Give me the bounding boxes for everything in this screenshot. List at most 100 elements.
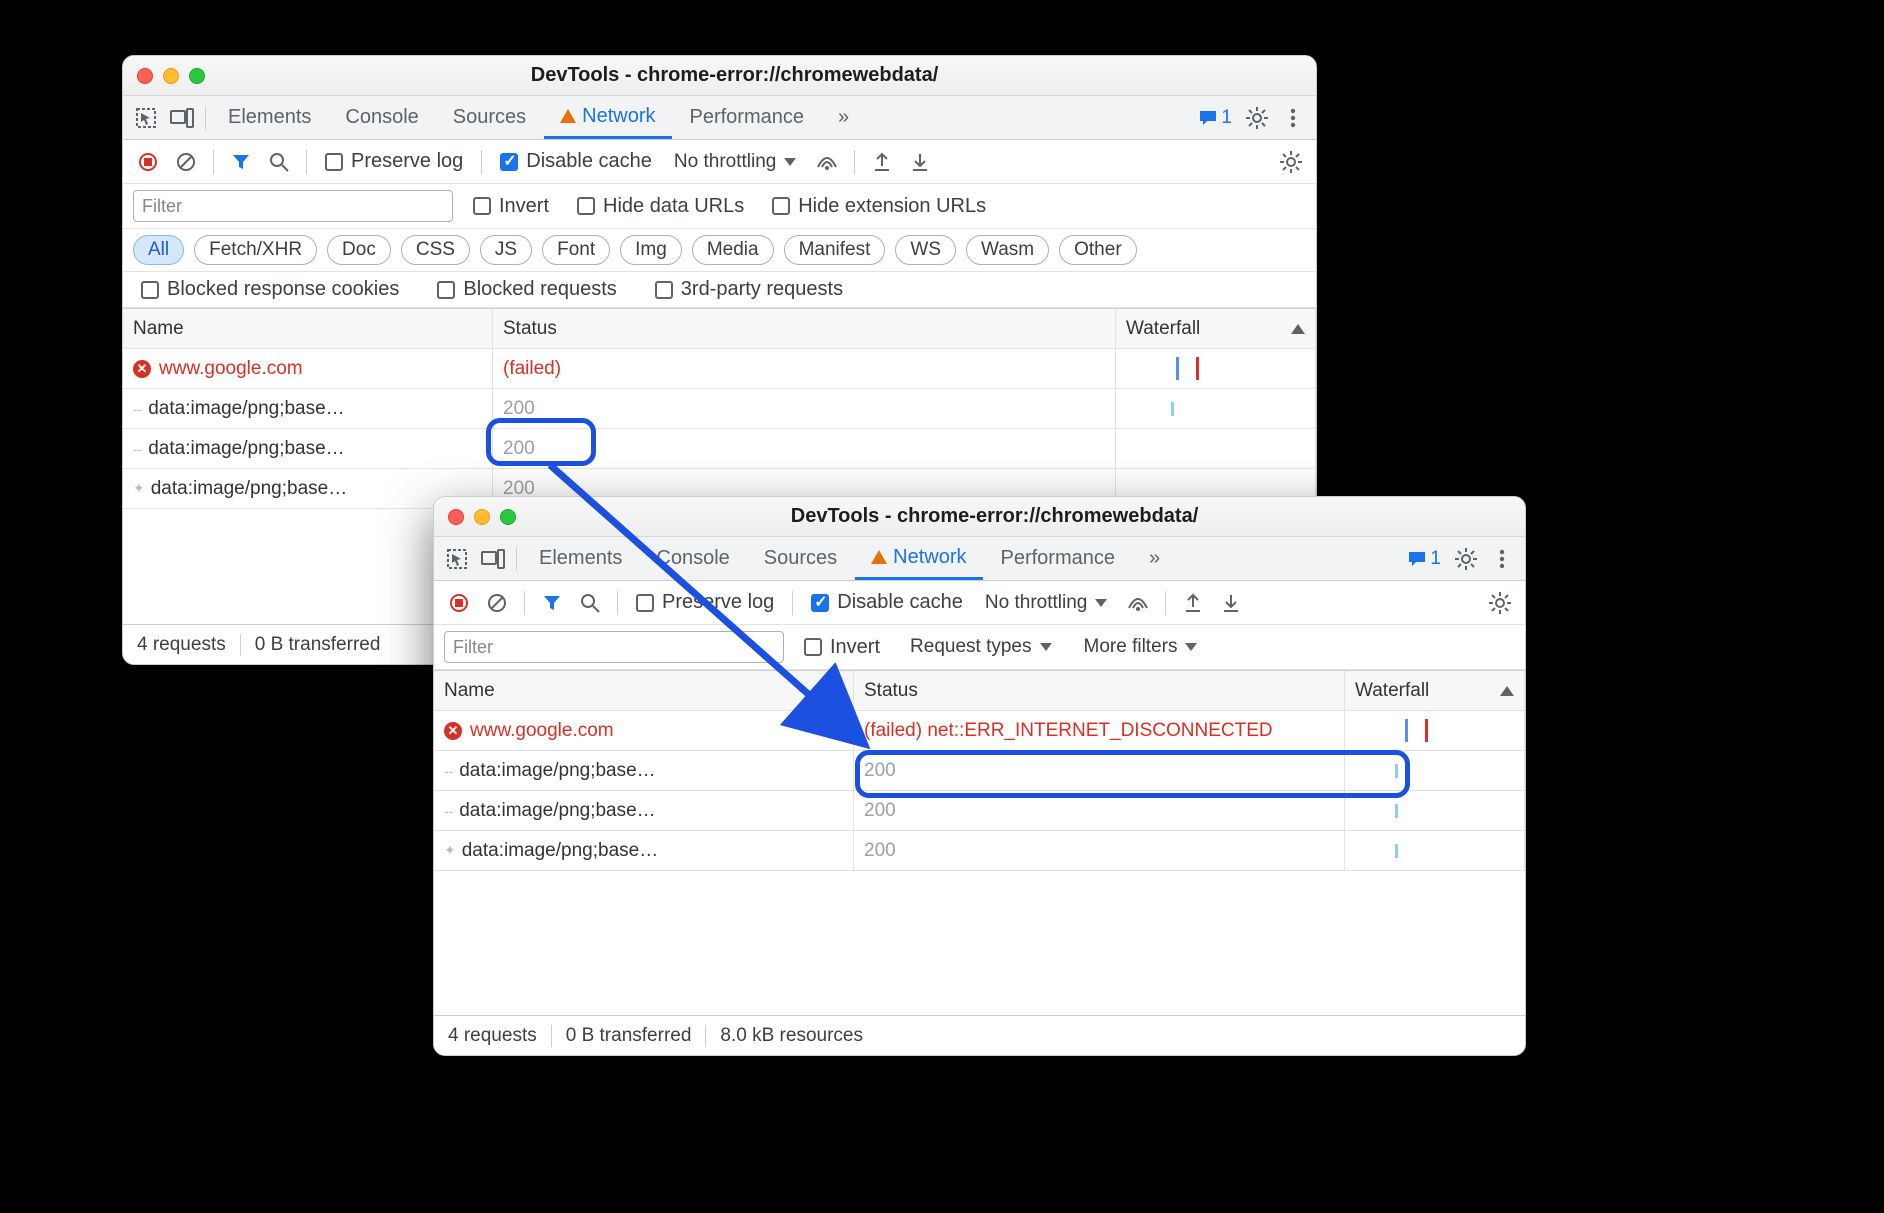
cell-waterfall[interactable] [1345,711,1525,751]
col-status[interactable]: Status [493,309,1116,349]
filter-input[interactable] [133,190,453,222]
cell-waterfall[interactable] [1116,389,1316,429]
table-row[interactable]: - - data:image/png;base… [123,429,493,469]
cell-waterfall[interactable] [1116,349,1316,389]
cell-status[interactable]: 200 [854,831,1345,871]
network-settings-icon[interactable] [1483,586,1517,620]
titlebar[interactable]: DevTools - chrome-error://chromewebdata/ [434,497,1525,537]
pill-other[interactable]: Other [1059,235,1137,265]
throttling-select[interactable]: No throttling [664,151,806,173]
table-row[interactable]: - - data:image/png;base… [434,791,854,831]
hide-extension-urls-checkbox[interactable]: Hide extension URLs [764,195,994,218]
invert-checkbox[interactable]: Invert [796,636,888,659]
blocked-requests-checkbox[interactable]: Blocked requests [429,278,624,301]
filter-icon[interactable] [224,145,258,179]
hide-data-urls-checkbox[interactable]: Hide data URLs [569,195,752,218]
tab-network[interactable]: Network [544,96,671,139]
inspect-icon[interactable] [440,542,474,576]
settings-icon[interactable] [1449,542,1483,576]
pill-font[interactable]: Font [542,235,610,265]
inspect-icon[interactable] [129,101,163,135]
col-name[interactable]: Name [434,671,854,711]
kebab-icon[interactable] [1276,101,1310,135]
cell-status[interactable]: 200 [854,791,1345,831]
tab-elements[interactable]: Elements [212,96,327,139]
pill-manifest[interactable]: Manifest [784,235,886,265]
invert-checkbox[interactable]: Invert [465,195,557,218]
pill-js[interactable]: JS [480,235,532,265]
tab-elements[interactable]: Elements [523,537,638,580]
settings-icon[interactable] [1240,101,1274,135]
tab-console[interactable]: Console [329,96,434,139]
tab-network[interactable]: Network [855,537,982,580]
device-icon[interactable] [476,542,510,576]
minimize-icon[interactable] [474,509,490,525]
search-icon[interactable] [262,145,296,179]
third-party-checkbox[interactable]: 3rd-party requests [647,278,851,301]
maximize-icon[interactable] [500,509,516,525]
cell-waterfall[interactable] [1345,831,1525,871]
record-icon[interactable] [131,145,165,179]
table-row[interactable]: ✕ www.google.com [123,349,493,389]
throttling-select[interactable]: No throttling [975,592,1117,614]
cell-waterfall[interactable] [1345,791,1525,831]
network-conditions-icon[interactable] [1121,586,1155,620]
col-waterfall[interactable]: Waterfall [1345,671,1525,711]
pill-doc[interactable]: Doc [327,235,391,265]
table-row[interactable]: ✦ data:image/png;base… [434,831,854,871]
tab-more[interactable]: » [1133,537,1176,580]
close-icon[interactable] [448,509,464,525]
filter-input[interactable] [444,631,784,663]
kebab-icon[interactable] [1485,542,1519,576]
disable-cache-checkbox[interactable]: Disable cache [492,150,660,173]
disable-cache-checkbox[interactable]: Disable cache [803,591,971,614]
pill-fetch-xhr[interactable]: Fetch/XHR [194,235,317,265]
cell-waterfall[interactable] [1116,429,1316,469]
table-row[interactable]: - - data:image/png;base… [123,389,493,429]
network-conditions-icon[interactable] [810,145,844,179]
cell-status[interactable]: 200 [493,429,1116,469]
cell-status[interactable]: 200 [854,751,1345,791]
search-icon[interactable] [573,586,607,620]
tab-performance[interactable]: Performance [985,537,1132,580]
tab-sources[interactable]: Sources [748,537,853,580]
pill-wasm[interactable]: Wasm [966,235,1049,265]
tab-console[interactable]: Console [640,537,745,580]
cell-status[interactable]: (failed) [493,349,1116,389]
col-name[interactable]: Name [123,309,493,349]
upload-har-icon[interactable] [1176,586,1210,620]
request-types-select[interactable]: Request types [900,636,1061,658]
clear-icon[interactable] [480,586,514,620]
close-icon[interactable] [137,68,153,84]
preserve-log-checkbox[interactable]: Preserve log [628,591,782,614]
tab-more[interactable]: » [822,96,865,139]
cell-status[interactable]: 200 [493,389,1116,429]
blocked-cookies-checkbox[interactable]: Blocked response cookies [133,278,407,301]
upload-har-icon[interactable] [865,145,899,179]
col-status[interactable]: Status [854,671,1345,711]
issues-badge[interactable]: 1 [1193,107,1238,129]
download-har-icon[interactable] [903,145,937,179]
device-icon[interactable] [165,101,199,135]
table-row[interactable]: - - data:image/png;base… [434,751,854,791]
pill-media[interactable]: Media [692,235,774,265]
pill-all[interactable]: All [133,235,184,265]
minimize-icon[interactable] [163,68,179,84]
tab-performance[interactable]: Performance [674,96,821,139]
download-har-icon[interactable] [1214,586,1248,620]
filter-icon[interactable] [535,586,569,620]
pill-img[interactable]: Img [620,235,682,265]
network-settings-icon[interactable] [1274,145,1308,179]
cell-status[interactable]: (failed) net::ERR_INTERNET_DISCONNECTED [854,711,1345,751]
clear-icon[interactable] [169,145,203,179]
pill-ws[interactable]: WS [895,235,956,265]
col-waterfall[interactable]: Waterfall [1116,309,1316,349]
table-row[interactable]: ✕ www.google.com [434,711,854,751]
pill-css[interactable]: CSS [401,235,470,265]
maximize-icon[interactable] [189,68,205,84]
more-filters-select[interactable]: More filters [1074,636,1208,658]
issues-badge[interactable]: 1 [1402,548,1447,570]
record-icon[interactable] [442,586,476,620]
tab-sources[interactable]: Sources [437,96,542,139]
cell-waterfall[interactable] [1345,751,1525,791]
